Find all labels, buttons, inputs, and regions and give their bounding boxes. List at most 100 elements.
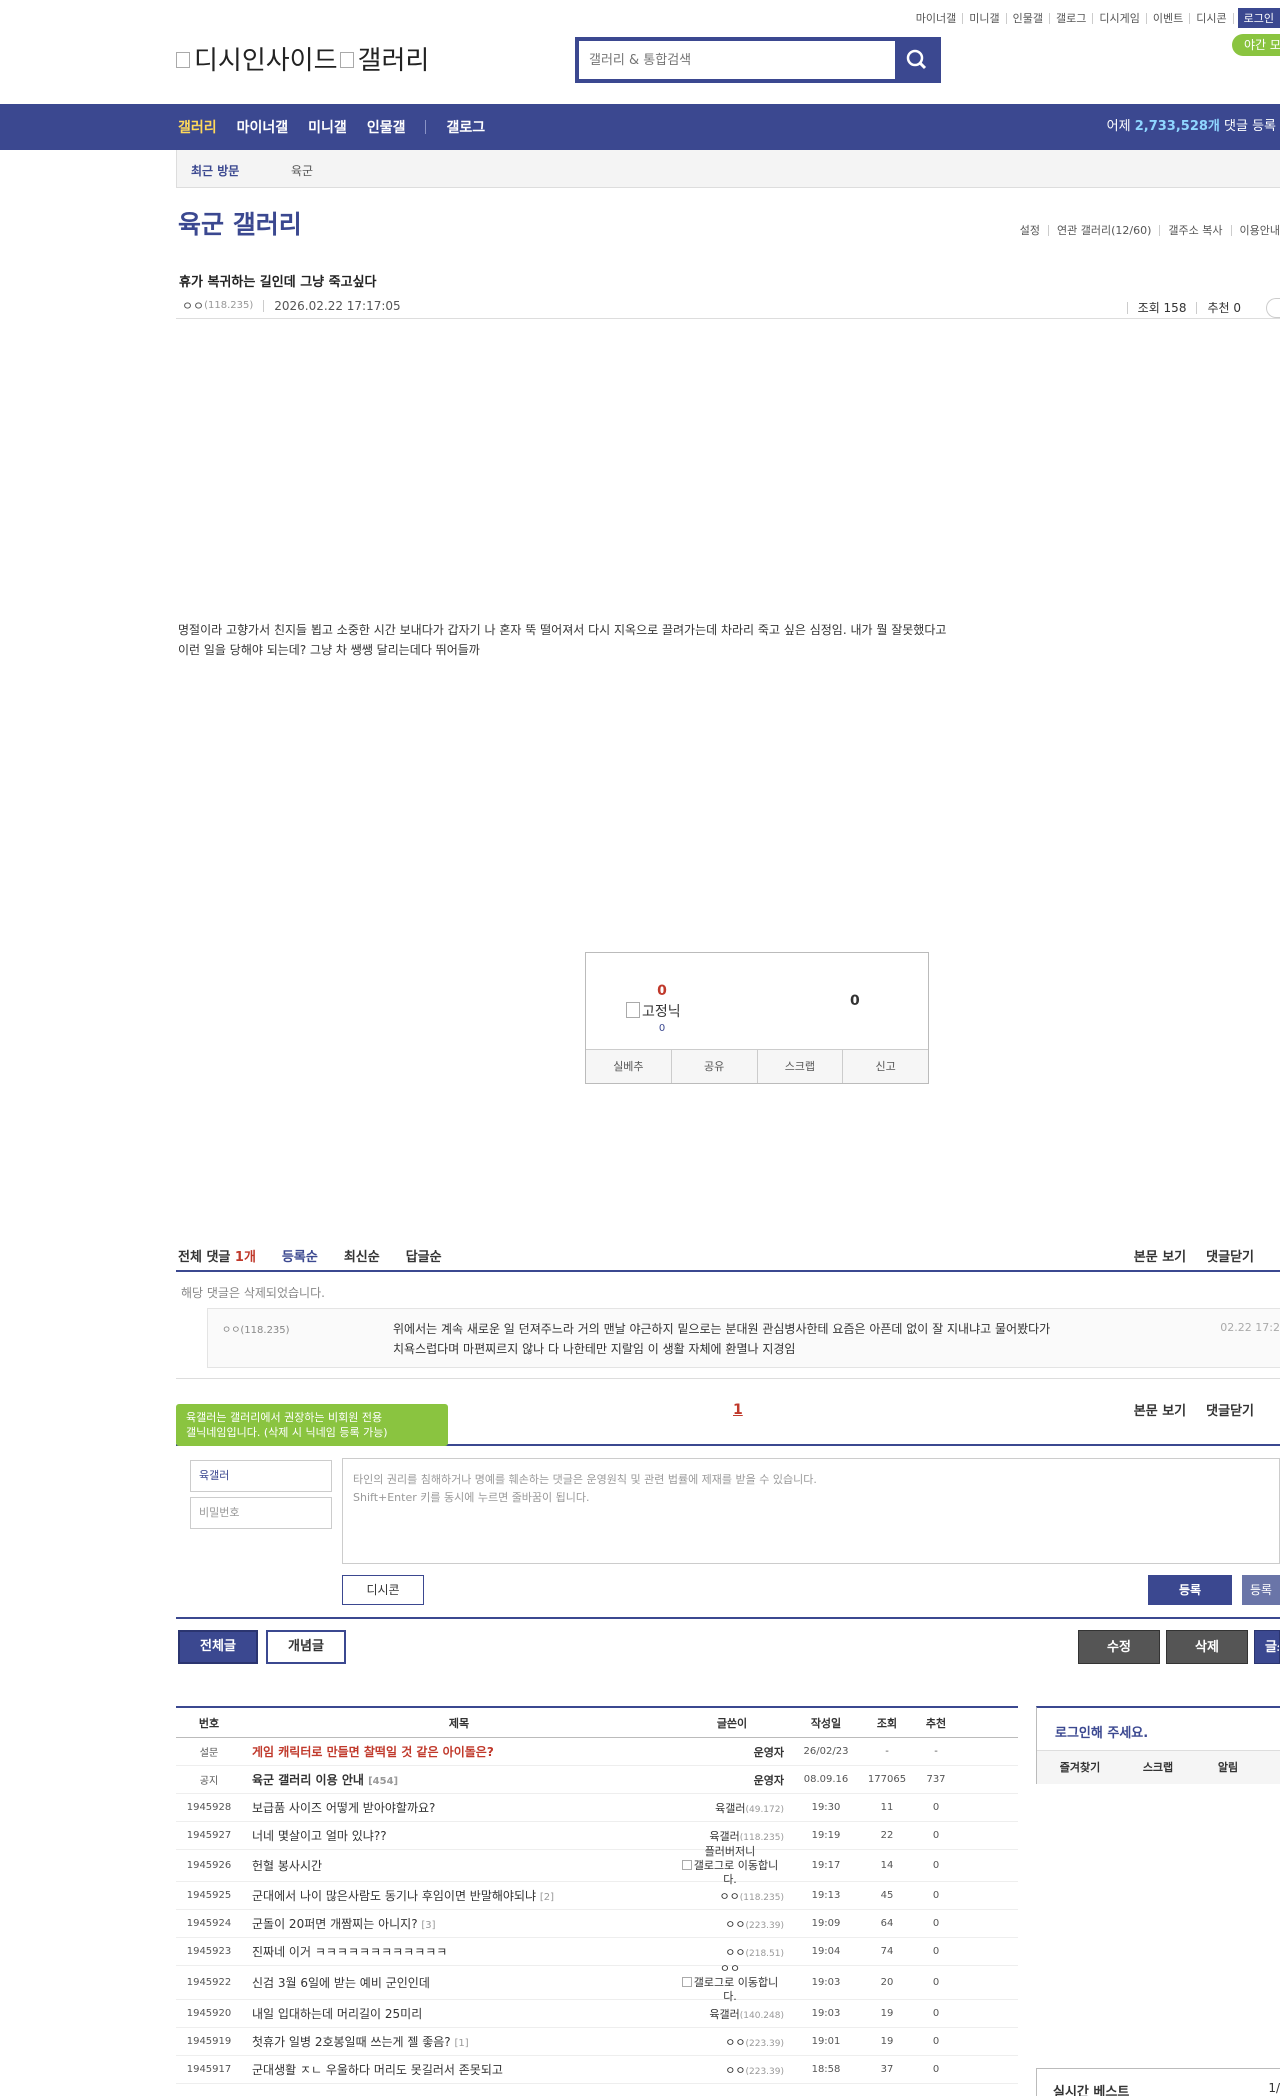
writer-name[interactable]: 운영자 [754, 1746, 784, 1759]
writer-with-gallog[interactable]: ㅇㅇ 갤로그로 이동합니다. [676, 1962, 784, 2004]
row-title[interactable]: 진짜네 이거 ㅋㅋㅋㅋㅋㅋㅋㅋㅋㅋㅋㅋ [242, 1943, 676, 1960]
login-prompt[interactable]: 로그인해 주세요. [1055, 1722, 1148, 1741]
row-title[interactable]: 내일 입대하는데 머리길이 25미리 [242, 2005, 676, 2022]
close-comments-button[interactable]: 댓글닫기 [1206, 1246, 1254, 1265]
table-row[interactable]: 1945927 너네 몇살이고 얼마 있냐?? 육갤러(118.235) 19:19… [176, 1822, 1018, 1850]
scrap-list-button[interactable]: 스크랩 [1123, 1751, 1193, 1784]
gallery-settings[interactable]: 설정 [1012, 225, 1048, 236]
row-title[interactable]: 게임 캐릭터로 만들면 찰떡일 것 같은 아이돌은? [242, 1743, 676, 1760]
table-row[interactable]: 1945924 군돌이 20퍼면 개짬찌는 아니지? [3] ㅇㅇ(223.39) 1… [176, 1910, 1018, 1938]
site-logo[interactable]: 디시인사이드 갤러리 [176, 40, 429, 77]
nav-person[interactable]: 인물갤 [367, 117, 406, 137]
report-button[interactable]: 신고 [843, 1050, 928, 1083]
table-row[interactable]: 설문 게임 캐릭터로 만들면 찰떡일 것 같은 아이돌은? 운영자 26/02/23… [176, 1738, 1018, 1766]
row-title[interactable]: 너네 몇살이고 얼마 있냐?? [242, 1827, 676, 1844]
view-post-button[interactable]: 본문 보기 [1134, 1246, 1186, 1265]
tab-all-posts[interactable]: 전체글 [178, 1630, 258, 1664]
table-row[interactable]: 1945917 군대생활 ㅈㄴ 우울하다 머리도 못길러서 존못되고 ㅇㅇ(223… [176, 2056, 1018, 2084]
table-row[interactable]: 1945920 내일 입대하는데 머리길이 25미리 육갤러(140.248) 19… [176, 2000, 1018, 2028]
usage-guide[interactable]: 이용안내 [1230, 225, 1280, 236]
nickname-field[interactable]: 육갤러 [190, 1460, 332, 1492]
password-field[interactable]: 비밀번호 [190, 1497, 332, 1529]
sort-registered[interactable]: 등록순 [282, 1246, 318, 1265]
nav-gallery[interactable]: 갤러리 [178, 117, 217, 137]
table-row[interactable]: 1945925 군대에서 나이 많은사람도 동기나 후임이면 반말해야되냐 [2]… [176, 1882, 1018, 1910]
row-title[interactable]: 군대생활 ㅈㄴ 우울하다 머리도 못길러서 존못되고 [242, 2061, 676, 2078]
row-title[interactable]: 군돌이 20퍼면 개짬찌는 아니지? [3] [242, 1915, 676, 1932]
comment-page-current[interactable]: 1 [733, 1402, 743, 1418]
comment-jump-button[interactable] [1266, 298, 1280, 318]
row-title[interactable]: 보급품 사이즈 어떻게 받아야할까요? [242, 1799, 676, 1816]
gallog-link[interactable]: 갤로그로 이동합니다. [676, 1859, 784, 1887]
dccon-button[interactable]: 디시콘 [342, 1575, 424, 1605]
comment-submit-recommend-button[interactable]: 등록 [1242, 1575, 1280, 1605]
login-button[interactable]: 로그인 [1237, 8, 1280, 28]
util-link-mini[interactable]: 미니갤 [963, 12, 1007, 24]
search-button[interactable] [895, 41, 937, 79]
util-link-dccon[interactable]: 디시콘 [1190, 12, 1234, 24]
alarm-button[interactable]: 알림 [1193, 1751, 1263, 1784]
row-title[interactable]: 헌혈 봉사시간 [242, 1857, 676, 1874]
silver-best-button[interactable]: 실베추 [586, 1050, 672, 1083]
favorites-button[interactable]: 즐겨찾기 [1037, 1751, 1123, 1784]
writer-name[interactable]: 육갤러 [715, 1802, 745, 1815]
table-row[interactable]: 공지 육군 갤러리 이용 안내 [454] 운영자 08.09.16 177065 737 [176, 1766, 1018, 1794]
util-link-minor[interactable]: 마이너갤 [910, 12, 964, 24]
row-date: 08.09.16 [803, 1774, 849, 1785]
table-row[interactable]: 1945922 신검 3월 6일에 받는 예비 군인인데 ㅇㅇ 갤로그로 이동합니다… [176, 1962, 1018, 2003]
util-link-person[interactable]: 인물갤 [1007, 12, 1051, 24]
scrap-button[interactable]: 스크랩 [758, 1050, 844, 1083]
sort-latest[interactable]: 최신순 [344, 1246, 380, 1265]
row-title[interactable]: 군대에서 나이 많은사람도 동기나 후임이면 반말해야되냐 [2] [242, 1887, 676, 1904]
util-link-event[interactable]: 이벤트 [1147, 12, 1191, 24]
tab-concept-posts[interactable]: 개념글 [266, 1630, 346, 1664]
comment-submit-button[interactable]: 등록 [1148, 1575, 1232, 1605]
downvote-count[interactable]: 0 [850, 993, 860, 1009]
nav-mini[interactable]: 미니갤 [308, 117, 347, 137]
view-post-button[interactable]: 본문 보기 [1134, 1400, 1186, 1419]
sort-replies[interactable]: 답글순 [406, 1246, 442, 1265]
writer-name[interactable]: ㅇㅇ [725, 1918, 745, 1931]
night-mode-toggle[interactable]: 야간 모드 [1232, 34, 1280, 56]
writer-name[interactable]: ㅇㅇ [725, 1946, 745, 1959]
nav-gallog[interactable]: 갤로그 [446, 117, 485, 137]
close-comments-button[interactable]: 댓글닫기 [1206, 1400, 1254, 1419]
search-input[interactable] [579, 41, 895, 79]
realtime-best-pager[interactable]: 1/ [1268, 2081, 1280, 2095]
writer-name[interactable]: 육갤러 [709, 1830, 739, 1843]
table-row[interactable]: 1945923 진짜네 이거 ㅋㅋㅋㅋㅋㅋㅋㅋㅋㅋㅋㅋ ㅇㅇ(218.51) 19:… [176, 1938, 1018, 1966]
recent-visits: 최근 방문 육군 [176, 150, 1280, 188]
edit-button[interactable]: 수정 [1078, 1630, 1160, 1664]
writer-name[interactable]: 육갤러 [709, 2008, 739, 2021]
writer-name[interactable]: 운영자 [754, 1774, 784, 1787]
reply-line: 치욕스럽다며 마편찌르지 않나 다 나한테만 지랄임 이 생활 자체에 환멸나 … [393, 1342, 796, 1356]
util-link-game[interactable]: 디시게임 [1093, 12, 1147, 24]
post-author[interactable]: ㅇㅇ [182, 297, 204, 314]
reply-author[interactable]: ㅇㅇ(118.235) [222, 1321, 290, 1336]
recent-label[interactable]: 최근 방문 [191, 162, 239, 179]
row-title[interactable]: 첫휴가 일병 2호봉일때 쓰는게 젤 좋음? [1] [242, 2033, 676, 2050]
writer-with-gallog[interactable]: 플러버저니 갤로그로 이동합니다. [676, 1845, 784, 1887]
gallery-title[interactable]: 육군 갤러리 [178, 205, 302, 241]
table-row[interactable]: 1945926 헌혈 봉사시간 플러버저니 갤로그로 이동합니다. 19:17 14 0 [176, 1845, 1018, 1886]
comment-textarea[interactable]: 타인의 권리를 침해하거나 명예를 훼손하는 댓글은 운영원칙 및 관련 법률에… [342, 1458, 1280, 1564]
table-row[interactable]: 1945928 보급품 사이즈 어떻게 받아야할까요? 육갤러(49.172) 19… [176, 1794, 1018, 1822]
writer-name[interactable]: ㅇㅇ [725, 2064, 745, 2077]
gallog-link[interactable]: 갤로그로 이동합니다. [676, 1976, 784, 2004]
share-button[interactable]: 공유 [672, 1050, 758, 1083]
writer-name[interactable]: ㅇㅇ [725, 2036, 745, 2049]
row-title[interactable]: 육군 갤러리 이용 안내 [454] [242, 1771, 676, 1788]
writer-ip: (218.51) [745, 1948, 784, 1959]
recent-item[interactable]: 육군 [291, 162, 313, 179]
related-galleries[interactable]: 연관 갤러리(12/60) [1048, 225, 1159, 236]
row-title[interactable]: 신검 3월 6일에 받는 예비 군인인데 [242, 1974, 676, 1991]
delete-button[interactable]: 삭제 [1166, 1630, 1248, 1664]
write-button[interactable]: 글쓰기 [1254, 1630, 1280, 1664]
nav-minor[interactable]: 마이너갤 [237, 117, 289, 137]
copy-gallery-url[interactable]: 갤주소 복사 [1159, 225, 1230, 236]
util-link-gallog[interactable]: 갤로그 [1050, 12, 1094, 24]
logo-alt-text: 디시인사이드 [194, 46, 338, 76]
table-row[interactable]: 1945919 첫휴가 일병 2호봉일때 쓰는게 젤 좋음? [1] ㅇㅇ(223.… [176, 2028, 1018, 2056]
fixed-nick-upvote[interactable]: 고정닉 [626, 1001, 681, 1021]
writer-name[interactable]: ㅇㅇ [720, 1890, 740, 1903]
